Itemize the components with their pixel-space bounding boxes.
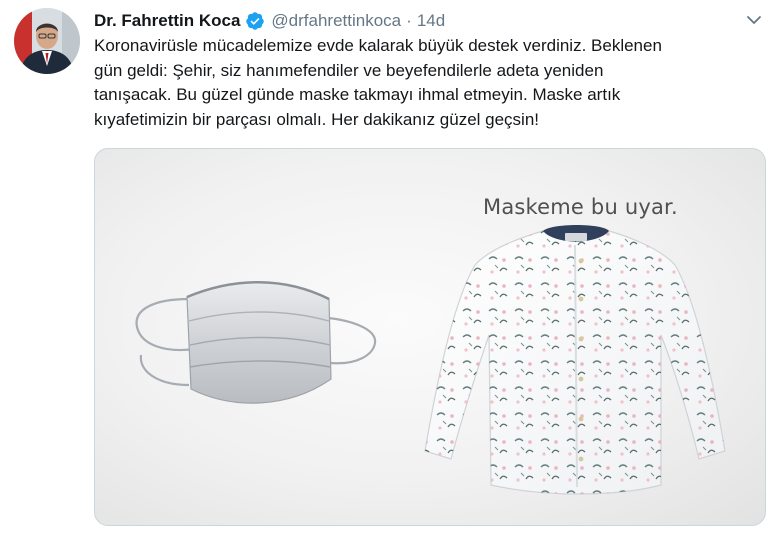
tweet-media-image[interactable]: Maskeme bu uyar. <box>94 148 766 526</box>
tweet-text-line: kıyafetimizin bir parçası olmalı. Her da… <box>94 109 540 129</box>
tweet-header: Dr. Fahrettin Koca @drfahrettinkoca · 14… <box>94 9 445 33</box>
tweet-text-line: gün geldi: Şehir, siz hanımefendiler ve … <box>94 60 604 80</box>
chevron-down-icon[interactable] <box>744 10 764 30</box>
tweet-text: Koronavirüsle mücadelemize evde kalarak … <box>94 34 764 132</box>
verified-badge-icon <box>245 11 265 31</box>
author-name[interactable]: Dr. Fahrettin Koca <box>94 11 240 31</box>
media-caption: Maskeme bu uyar. <box>483 195 678 219</box>
surgical-mask-illustration <box>135 281 377 404</box>
separator-dot: · <box>406 11 412 30</box>
tweet-timestamp[interactable]: 14d <box>417 11 445 31</box>
avatar[interactable] <box>14 8 80 74</box>
tweet-text-line: tanışacak. Bu güzel günde maske takmayı … <box>94 85 621 104</box>
floral-shirt-illustration <box>424 225 726 495</box>
author-handle[interactable]: @drfahrettinkoca <box>271 11 401 31</box>
tweet: Dr. Fahrettin Koca @drfahrettinkoca · 14… <box>0 0 770 538</box>
tweet-text-line: Koronavirüsle mücadelemize evde kalarak … <box>94 36 662 55</box>
